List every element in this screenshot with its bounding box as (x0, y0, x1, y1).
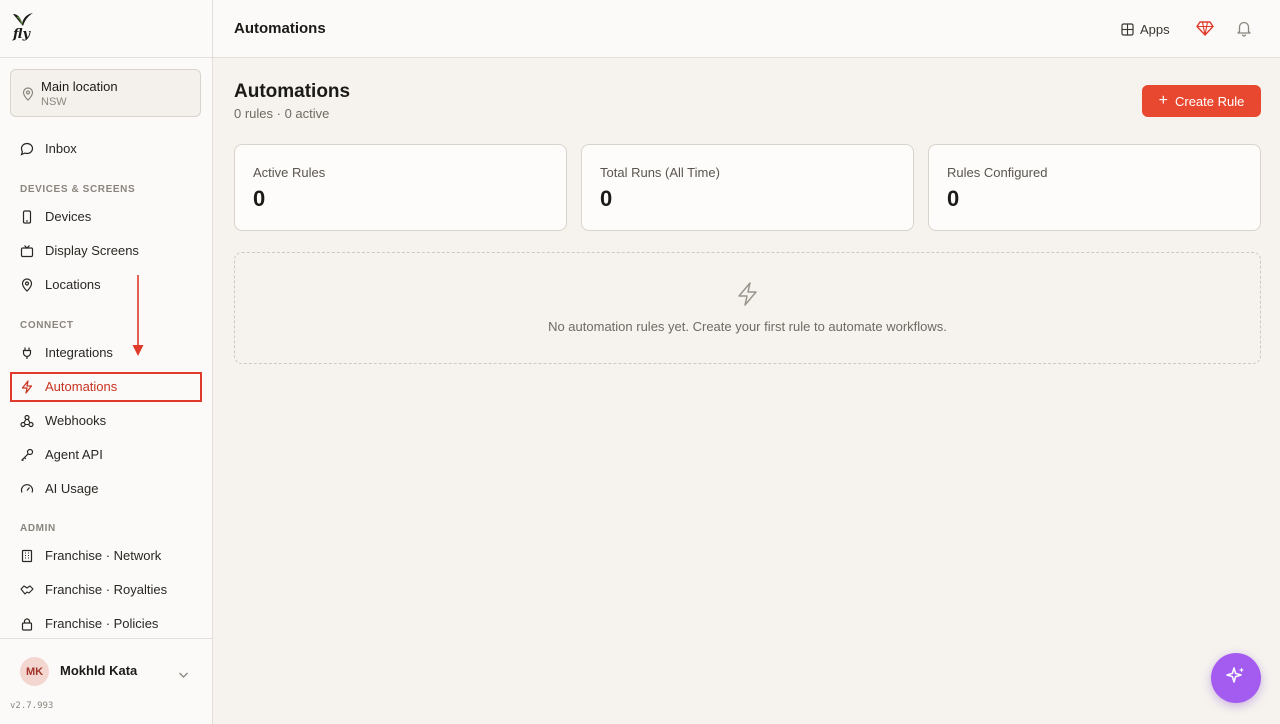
annotation-arrow-icon (131, 275, 145, 364)
sidebar-item-label: Devices (45, 209, 92, 224)
stat-card-total-runs: Total Runs (All Time) 0 (581, 144, 914, 231)
sidebar: fly Main location NSW Inbox DEVICES & SC… (0, 0, 213, 724)
apps-label: Apps (1140, 21, 1170, 37)
handshake-icon (20, 583, 34, 597)
sidebar-item-franchise-policies[interactable]: Franchise · Policies (10, 609, 202, 639)
building-icon (20, 549, 34, 563)
gem-icon[interactable] (1196, 19, 1214, 42)
section-label-admin: ADMIN (20, 523, 56, 534)
grid-icon (1121, 22, 1134, 36)
lock-icon (20, 617, 34, 631)
sidebar-divider (0, 57, 212, 58)
apps-button[interactable]: Apps (1121, 19, 1170, 39)
sidebar-item-locations[interactable]: Locations (10, 270, 202, 300)
sidebar-item-agent-api[interactable]: Agent API (10, 440, 202, 470)
sparkle-icon (1225, 665, 1247, 692)
page-title: Automations (234, 81, 351, 102)
sidebar-item-label: Franchise · Royalties (45, 582, 168, 597)
bell-icon[interactable] (1235, 19, 1253, 42)
stat-label: Total Runs (All Time) (600, 165, 720, 180)
avatar[interactable]: MK (20, 657, 49, 686)
tv-icon (20, 244, 34, 258)
stat-card-active-rules: Active Rules 0 (234, 144, 567, 231)
user-divider (0, 638, 212, 639)
sidebar-item-inbox[interactable]: Inbox (10, 134, 202, 164)
location-name: Main location (41, 79, 118, 94)
chat-bubble-icon (20, 142, 34, 156)
sidebar-item-label: Franchise · Network (45, 548, 162, 563)
sidebar-item-ai-usage[interactable]: AI Usage (10, 474, 202, 504)
map-pin-icon (22, 87, 34, 106)
sidebar-item-label: Automations (45, 379, 118, 394)
gauge-icon (20, 482, 34, 496)
section-label-devices: DEVICES & SCREENS (20, 184, 136, 195)
stat-label: Rules Configured (947, 165, 1048, 180)
stat-value: 0 (600, 186, 613, 211)
user-name[interactable]: Mokhld Kata (60, 663, 137, 678)
bolt-icon (735, 281, 761, 312)
location-switcher[interactable]: Main location NSW (10, 69, 201, 117)
empty-state: No automation rules yet. Create your fir… (234, 252, 1261, 364)
sidebar-item-label: Webhooks (45, 413, 107, 428)
page-subtitle: 0 rules · 0 active (234, 106, 330, 121)
stat-value: 0 (253, 186, 266, 211)
sidebar-item-display-screens[interactable]: Display Screens (10, 236, 202, 266)
sidebar-item-integrations[interactable]: Integrations (10, 338, 202, 368)
chevron-down-icon[interactable] (178, 666, 189, 684)
sidebar-item-label: Integrations (45, 345, 113, 360)
ai-assistant-button[interactable] (1211, 653, 1261, 703)
create-rule-button[interactable]: + Create Rule (1142, 85, 1261, 117)
key-icon (20, 448, 34, 462)
create-rule-label: Create Rule (1174, 93, 1245, 109)
bolt-icon (20, 380, 34, 394)
empty-state-text: No automation rules yet. Create your fir… (548, 319, 947, 334)
sidebar-item-devices[interactable]: Devices (10, 202, 202, 232)
sidebar-item-label: Display Screens (45, 243, 139, 258)
sidebar-item-label: AI Usage (45, 481, 99, 496)
app-version: v2.7.993 (10, 701, 54, 711)
sidebar-item-automations[interactable]: Automations (10, 372, 202, 402)
stat-card-rules-configured: Rules Configured 0 (928, 144, 1261, 231)
topbar: Automations Apps (213, 0, 1280, 58)
section-label-connect: CONNECT (20, 320, 74, 331)
sidebar-item-webhooks[interactable]: Webhooks (10, 406, 202, 436)
sidebar-item-franchise-network[interactable]: Franchise · Network (10, 541, 202, 571)
map-pin-icon (20, 278, 34, 292)
sidebar-item-label: Inbox (45, 141, 77, 156)
sidebar-item-franchise-royalties[interactable]: Franchise · Royalties (10, 575, 202, 605)
plug-icon (20, 346, 34, 360)
plus-icon: + (1158, 92, 1168, 109)
stat-value: 0 (947, 186, 960, 211)
sidebar-item-label: Locations (45, 277, 101, 292)
location-region: NSW (41, 96, 67, 108)
webhook-icon (20, 414, 34, 428)
topbar-title: Automations (234, 20, 326, 37)
logo-text: fly (13, 27, 31, 42)
sidebar-item-label: Franchise · Policies (45, 616, 159, 631)
sidebar-item-label: Agent API (45, 447, 103, 462)
stat-label: Active Rules (253, 165, 326, 180)
phone-icon (20, 210, 34, 224)
